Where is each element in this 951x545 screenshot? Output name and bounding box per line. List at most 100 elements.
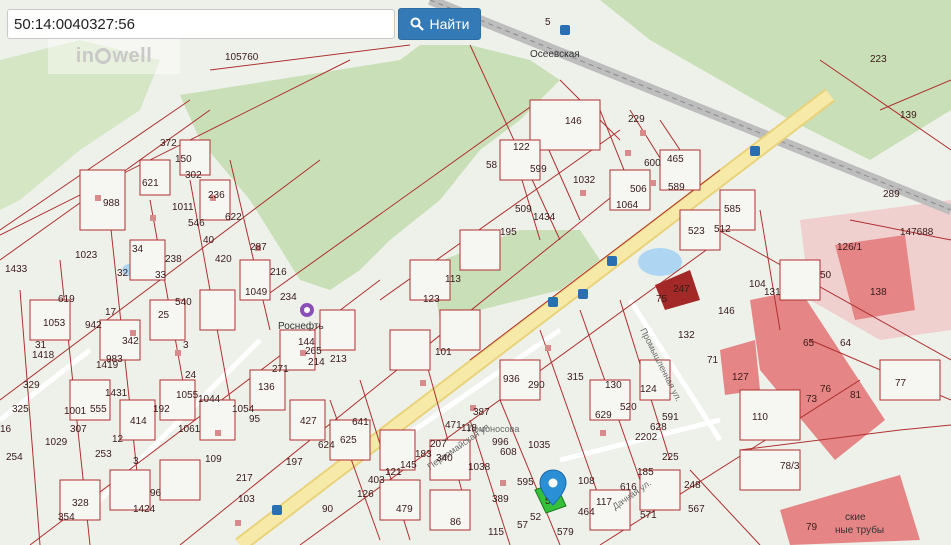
gas-station-icon[interactable] (300, 303, 314, 317)
parcel-label: 146 (718, 306, 735, 317)
parcel-label: 76 (820, 384, 832, 395)
parcel-label: 195 (500, 227, 517, 238)
parcel-label: 585 (724, 204, 741, 215)
parcel-label: 58 (486, 160, 498, 171)
cadastral-search-input[interactable] (7, 9, 395, 39)
parcel-label: 238 (165, 254, 182, 265)
parcel-label: 236 (208, 190, 225, 201)
parcel-label: 608 (500, 447, 517, 458)
parcel-label: 988 (103, 198, 120, 209)
parcel-label: 213 (330, 354, 347, 365)
parcel-label: 50 (820, 270, 832, 281)
parcel-label: 307 (70, 424, 87, 435)
parcel-label: 983 (106, 354, 123, 365)
parcel-label: 132 (678, 330, 695, 341)
parcel-label: 1418 (32, 350, 55, 361)
parcel-label: 523 (688, 226, 705, 237)
parcel-label: 1049 (245, 287, 268, 298)
parcel-label: 403 (368, 475, 385, 486)
parcel-label: 629 (595, 410, 612, 421)
parcel-label: 214 (308, 357, 325, 368)
parcel-label: 136 (258, 382, 275, 393)
parcel-label: 1044 (198, 394, 221, 405)
parcel-label: 77 (895, 378, 907, 389)
parcel-label: 124 (640, 384, 657, 395)
parcel-label: 315 (567, 372, 584, 383)
parcel-label: 340 (436, 453, 453, 464)
parcel-label: 123 (423, 294, 440, 305)
parcel-label: 579 (557, 527, 574, 538)
parcel-label: 101 (435, 347, 452, 358)
gas-station-label: Роснефть (278, 320, 324, 332)
logo-text-left: in (75, 44, 95, 67)
parcel-label: 126/1 (837, 242, 862, 253)
parcel-label: 567 (688, 504, 705, 515)
parcel-label: 1001 (64, 406, 87, 417)
parcel-label: 118 (461, 423, 477, 434)
parcel-label: 265 (305, 346, 322, 357)
parcel-label: 595 (517, 477, 534, 488)
search-bar: Найти (7, 8, 481, 40)
parcel-label: 2202 (635, 432, 658, 443)
parcel-label: 387 (473, 407, 490, 418)
parcel-label: 509 (515, 204, 532, 215)
parcel-label: 12 (112, 434, 124, 445)
parcel-label: 290 (528, 380, 545, 391)
parcel-label: 126 (357, 489, 374, 500)
parcel-label: 1434 (533, 212, 556, 223)
parcel-label: 71 (707, 355, 719, 366)
parcel-label: 96 (150, 488, 162, 499)
parcel-label: 217 (236, 473, 253, 484)
parcel-label: 520 (620, 402, 637, 413)
parcel-label: 289 (883, 189, 900, 200)
parcel-label: 506 (630, 184, 647, 195)
parcel-label: 555 (90, 404, 107, 415)
parcel-label: 479 (396, 504, 413, 515)
parcel-label: 471 (445, 420, 462, 431)
parcel-label: 1038 (468, 462, 491, 473)
parcel-label: 625 (340, 435, 357, 446)
parcel-label: 109 (205, 454, 222, 465)
parcel-label: 229 (628, 114, 645, 125)
parcel-label: 52 (530, 512, 542, 523)
parcel-label: 1023 (75, 250, 98, 261)
parcel-label: 225 (662, 452, 679, 463)
cadastral-map[interactable]: 56 Осеевская Роснефть ские ные трубы Про… (0, 0, 951, 545)
parcel-label: 1433 (5, 264, 28, 275)
parcel-label: 1061 (178, 424, 201, 435)
parcel-label: 1011 (172, 202, 194, 213)
parcel-label: 600 (644, 158, 661, 169)
parcel-label: 936 (503, 374, 520, 385)
parcel-label: 622 (225, 212, 242, 223)
parcel-label: 110 (752, 412, 768, 423)
parcel-label: 64 (840, 338, 852, 349)
parcel-label: 122 (513, 142, 530, 153)
parcel-label: 207 (430, 439, 447, 450)
parcel-label: 197 (286, 457, 303, 468)
parcel-label: 464 (578, 507, 595, 518)
parcel-label: 624 (318, 440, 335, 451)
parcel-label: 354 (58, 512, 75, 523)
parcel-label: 147688 (900, 227, 934, 238)
parcel-label: 95 (249, 414, 261, 425)
parcel-label: 150 (175, 154, 192, 165)
parcel-label: 599 (530, 164, 547, 175)
parcel-label: 17 (105, 307, 117, 318)
parcel-label: 185 (637, 467, 654, 478)
parcel-label: 3 (183, 340, 189, 351)
parcel-label: 78/3 (780, 461, 800, 472)
parcel-label: 146 (565, 116, 582, 127)
parcel-label: 325 (12, 404, 29, 415)
search-button[interactable]: Найти (398, 8, 481, 40)
parcel-label: 16 (0, 424, 12, 435)
parcel-label: 465 (667, 154, 684, 165)
parcel-label: 33 (155, 270, 167, 281)
parcel-label: 183 (415, 449, 432, 460)
parcel-label: 79 (806, 522, 818, 533)
parcel-label: 24 (185, 370, 197, 381)
parcel-label: 414 (130, 416, 147, 427)
parcel-label: 372 (160, 138, 177, 149)
parcel-label: 131 (764, 287, 781, 298)
parcel-label: 546 (188, 218, 205, 229)
parcel-label: 342 (122, 336, 139, 347)
